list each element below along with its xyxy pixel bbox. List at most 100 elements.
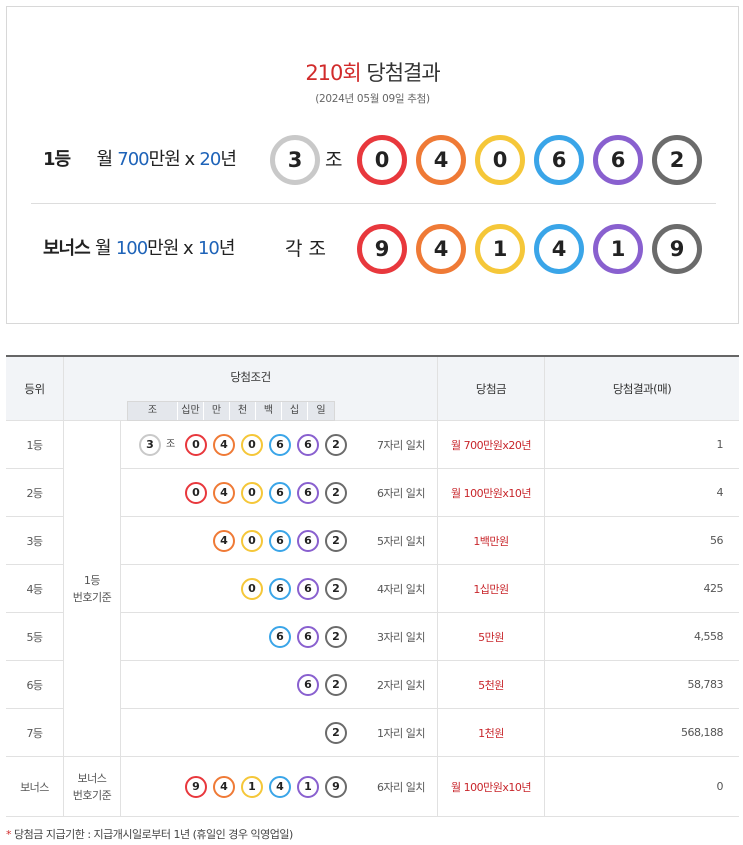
header-count: 당첨결과(매) — [545, 357, 739, 421]
header-prize: 당첨금 — [438, 357, 545, 421]
header-condition-label: 당첨조건 — [230, 370, 271, 384]
note-mark: * — [6, 828, 12, 841]
number-ball: 2 — [325, 530, 347, 552]
number-ball: 4 — [269, 776, 291, 798]
match-text: 7자리 일치 — [377, 438, 425, 452]
number-ball: 6 — [297, 530, 319, 552]
rank-cell: 5등 — [6, 613, 64, 661]
digit-header: 조 십만 만 천 백 십 일 — [127, 401, 335, 421]
number-ball-5: 6 — [593, 135, 643, 185]
jo-label: 조 — [325, 149, 343, 171]
number-ball: 6 — [269, 530, 291, 552]
number-ball: 0 — [241, 530, 263, 552]
number-ball: 2 — [325, 722, 347, 744]
digit-header-10: 십 — [282, 402, 308, 420]
number-ball: 2 — [325, 434, 347, 456]
bonus-prize-row: 보너스 월 100만원 x 10년 각 조 9 4 1 4 1 9 — [7, 221, 738, 277]
digit-header-10k: 만 — [204, 402, 230, 420]
number-ball-2: 4 — [416, 135, 466, 185]
count-cell: 4 — [545, 469, 739, 517]
number-ball: 6 — [269, 482, 291, 504]
prize-cell: 월 100만원x10년 — [438, 469, 545, 517]
number-ball: 6 — [297, 482, 319, 504]
rank-cell: 보너스 — [6, 757, 64, 817]
count-cell: 1 — [545, 421, 739, 469]
number-ball: 6 — [269, 578, 291, 600]
rank-cell: 6등 — [6, 661, 64, 709]
condition-cell: 1자리 일치 — [121, 709, 438, 757]
number-ball: 4 — [213, 530, 235, 552]
count-cell: 425 — [545, 565, 739, 613]
number-ball: 0 — [185, 434, 207, 456]
divider — [31, 203, 716, 204]
prize-cell: 1천원 — [438, 709, 545, 757]
round-number: 210회 — [305, 61, 361, 85]
number-ball: 4 — [213, 434, 235, 456]
match-text: 1자리 일치 — [377, 726, 425, 740]
number-ball: 6 — [269, 434, 291, 456]
count-cell: 58,783 — [545, 661, 739, 709]
bonus-ball-4: 4 — [534, 224, 584, 274]
bonus-prize-label: 보너스 월 100만원 x 10년 — [43, 238, 235, 259]
number-ball: 1 — [241, 776, 263, 798]
group-ball: 3 — [139, 434, 161, 456]
number-ball: 0 — [241, 482, 263, 504]
count-cell: 0 — [545, 757, 739, 817]
draw-result-panel: 210회 당첨결과 (2024년 05월 09일 추첨) 1등 월 700만원 … — [6, 6, 739, 324]
digit-header-1k: 천 — [230, 402, 256, 420]
number-ball: 6 — [269, 626, 291, 648]
number-ball: 0 — [241, 578, 263, 600]
prize-cell: 1십만원 — [438, 565, 545, 613]
number-ball: 9 — [325, 776, 347, 798]
prize-table: 등위 당첨조건 조 십만 만 천 백 십 일 당첨금 당첨결과(매) 1등 번호… — [6, 355, 739, 817]
prize-cell: 1백만원 — [438, 517, 545, 565]
first-prize-row: 1등 월 700만원 x 20년 3 조 0 4 0 6 6 2 — [7, 132, 738, 188]
prize-cell: 월 100만원x10년 — [438, 757, 545, 817]
number-ball: 1 — [297, 776, 319, 798]
match-text: 5자리 일치 — [377, 534, 425, 548]
header-rank: 등위 — [6, 357, 64, 421]
payment-deadline-note: * 당첨금 지급기한 : 지급개시일로부터 1년 (휴일인 경우 익영업일) — [6, 826, 293, 842]
jo-label: 조 — [166, 439, 176, 450]
bonus-ball-3: 1 — [475, 224, 525, 274]
number-ball: 6 — [297, 674, 319, 696]
count-cell: 56 — [545, 517, 739, 565]
condition-cell: 2자리 일치 — [121, 661, 438, 709]
number-ball: 6 — [297, 626, 319, 648]
first-prize-label: 1등 월 700만원 x 20년 — [43, 149, 237, 170]
number-ball: 0 — [185, 482, 207, 504]
bonus-ball-2: 4 — [416, 224, 466, 274]
number-ball-4: 6 — [534, 135, 584, 185]
match-text: 2자리 일치 — [377, 678, 425, 692]
count-cell: 4,558 — [545, 613, 739, 661]
match-text: 6자리 일치 — [377, 780, 425, 794]
rank-cell: 2등 — [6, 469, 64, 517]
number-ball: 6 — [297, 434, 319, 456]
number-ball: 0 — [241, 434, 263, 456]
number-ball-3: 0 — [475, 135, 525, 185]
prize-cell: 5천원 — [438, 661, 545, 709]
bonus-ball-5: 1 — [593, 224, 643, 274]
count-cell: 568,188 — [545, 709, 739, 757]
rank-cell: 7등 — [6, 709, 64, 757]
note-text: 당첨금 지급기한 : 지급개시일로부터 1년 (휴일인 경우 익영업일) — [14, 828, 293, 841]
prize-cell: 5만원 — [438, 613, 545, 661]
draw-title: 210회 당첨결과 — [7, 57, 738, 87]
digit-header-100: 백 — [256, 402, 282, 420]
digit-header-jo: 조 — [128, 402, 178, 420]
basis-bonus: 보너스 번호기준 — [64, 757, 121, 817]
bonus-ball-6: 9 — [652, 224, 702, 274]
rank-cell: 4등 — [6, 565, 64, 613]
number-ball: 2 — [325, 626, 347, 648]
number-ball-6: 2 — [652, 135, 702, 185]
basis-first: 1등 번호기준 — [64, 421, 121, 757]
match-text: 3자리 일치 — [377, 630, 425, 644]
number-ball: 6 — [297, 578, 319, 600]
number-ball: 4 — [213, 482, 235, 504]
number-ball-1: 0 — [357, 135, 407, 185]
group-ball: 3 — [270, 135, 320, 185]
rank-cell: 1등 — [6, 421, 64, 469]
number-ball: 4 — [213, 776, 235, 798]
digit-header-100k: 십만 — [178, 402, 204, 420]
match-text: 6자리 일치 — [377, 486, 425, 500]
